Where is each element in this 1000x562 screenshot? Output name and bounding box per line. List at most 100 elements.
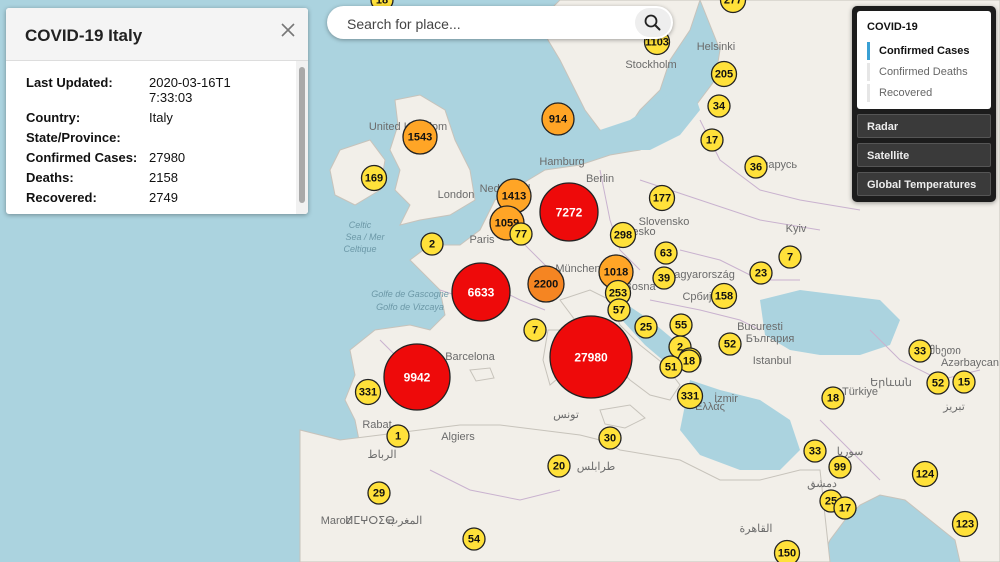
- case-marker-label: 277: [724, 0, 742, 7]
- case-marker[interactable]: 33: [803, 439, 827, 463]
- case-marker[interactable]: 54: [462, 527, 486, 551]
- case-marker[interactable]: 33: [908, 339, 932, 363]
- case-marker-label: 7272: [556, 206, 583, 220]
- case-marker-label: 17: [839, 503, 851, 515]
- case-marker[interactable]: 17: [700, 128, 724, 152]
- case-marker[interactable]: 298: [609, 221, 637, 249]
- case-marker-label: 34: [713, 101, 726, 113]
- case-marker[interactable]: 205: [710, 60, 738, 88]
- map-place-label: Türkiye: [842, 386, 878, 398]
- case-marker[interactable]: 29: [367, 481, 391, 505]
- info-value: 2020-03-16T17:33:03: [149, 75, 231, 105]
- map-place-label: Paris: [469, 234, 495, 246]
- case-marker-label: 33: [914, 346, 926, 358]
- case-marker-label: 6633: [468, 286, 495, 300]
- case-marker-label: 298: [614, 230, 632, 242]
- case-marker[interactable]: 34: [707, 94, 731, 118]
- case-marker[interactable]: 1543: [402, 119, 438, 155]
- info-value: [149, 130, 239, 150]
- case-marker[interactable]: 52: [926, 371, 950, 395]
- case-marker[interactable]: 177: [648, 184, 676, 212]
- case-marker-label: 25: [640, 322, 652, 334]
- info-scrollbar[interactable]: [296, 61, 308, 214]
- case-marker[interactable]: 150: [773, 539, 801, 562]
- info-row-last-updated: Last Updated: 2020-03-16T17:33:03: [26, 75, 239, 110]
- info-row-deaths: Deaths: 2158: [26, 170, 239, 190]
- case-marker-label: 2200: [534, 279, 558, 291]
- case-marker[interactable]: 158: [710, 282, 738, 310]
- case-marker-label: 23: [755, 268, 767, 280]
- map-place-label: الرباط: [367, 449, 396, 461]
- layer-option-confirmed-deaths[interactable]: Confirmed Deaths: [867, 63, 968, 81]
- case-marker[interactable]: 77: [509, 222, 533, 246]
- info-label: Confirmed Cases:: [26, 150, 138, 165]
- case-marker-label: 123: [956, 519, 974, 531]
- case-marker[interactable]: 2: [420, 232, 444, 256]
- case-marker-label: 124: [916, 469, 935, 481]
- case-marker[interactable]: 124: [911, 460, 939, 488]
- map-place-label: طرابلس: [577, 461, 616, 473]
- case-marker-label: 77: [515, 229, 527, 241]
- case-marker-label: 1413: [502, 191, 526, 203]
- case-marker[interactable]: 7: [778, 245, 802, 269]
- info-panel-body[interactable]: Last Updated: 2020-03-16T17:33:03 Countr…: [6, 61, 300, 214]
- case-marker[interactable]: 99: [828, 455, 852, 479]
- map-place-label: Istanbul: [753, 355, 792, 367]
- case-marker-label: 177: [653, 193, 671, 205]
- map-place-label: München: [555, 263, 600, 275]
- case-marker-label: 158: [715, 291, 733, 303]
- search-input[interactable]: [345, 13, 639, 34]
- case-marker[interactable]: 51: [659, 355, 683, 379]
- case-marker[interactable]: 23: [749, 261, 773, 285]
- search-button[interactable]: [635, 8, 671, 37]
- map-place-label: London: [438, 189, 475, 201]
- case-marker[interactable]: 1: [386, 424, 410, 448]
- case-marker[interactable]: 36: [744, 155, 768, 179]
- case-marker[interactable]: 6633: [451, 262, 511, 322]
- case-marker[interactable]: 331: [354, 378, 382, 406]
- case-marker[interactable]: 123: [951, 510, 979, 538]
- info-label: Last Updated:: [26, 75, 113, 90]
- info-scrollbar-thumb[interactable]: [299, 67, 305, 203]
- case-marker[interactable]: 331: [676, 382, 704, 410]
- info-row-recovered: Recovered: 2749: [26, 190, 239, 210]
- case-marker[interactable]: 15: [952, 370, 976, 394]
- case-marker[interactable]: 9942: [383, 343, 451, 411]
- layer-control: COVID-19 Confirmed Cases Confirmed Death…: [852, 6, 996, 202]
- case-marker[interactable]: 63: [654, 241, 678, 265]
- search-icon: [644, 14, 661, 31]
- map-place-label: تونس: [553, 409, 579, 421]
- case-marker[interactable]: 17: [833, 496, 857, 520]
- case-marker[interactable]: 39: [652, 266, 676, 290]
- case-marker[interactable]: 169: [360, 164, 388, 192]
- basemap-satellite-button[interactable]: Satellite: [857, 143, 991, 167]
- covid-layer-group: COVID-19 Confirmed Cases Confirmed Death…: [857, 11, 991, 109]
- case-marker[interactable]: 30: [598, 426, 622, 450]
- case-marker[interactable]: 57: [607, 298, 631, 322]
- case-marker[interactable]: 27980: [549, 315, 633, 399]
- case-marker[interactable]: 55: [669, 313, 693, 337]
- close-icon[interactable]: [278, 20, 298, 40]
- basemap-radar-button[interactable]: Radar: [857, 114, 991, 138]
- map-place-label: Berlin: [586, 173, 614, 185]
- case-marker[interactable]: 20: [547, 454, 571, 478]
- case-marker[interactable]: 7: [523, 318, 547, 342]
- case-marker[interactable]: 7272: [539, 182, 599, 242]
- case-marker[interactable]: 914: [541, 102, 575, 136]
- case-marker[interactable]: 18: [821, 386, 845, 410]
- basemap-global-temperatures-button[interactable]: Global Temperatures: [857, 172, 991, 196]
- map-place-label: Stockholm: [625, 59, 676, 71]
- info-label: State/Province:: [26, 130, 121, 145]
- info-row-country: Country: Italy: [26, 110, 239, 130]
- case-marker-label: 55: [675, 320, 687, 332]
- case-marker-label: 99: [834, 462, 846, 474]
- case-marker[interactable]: 52: [718, 332, 742, 356]
- info-value: 2158: [149, 170, 178, 185]
- case-marker[interactable]: 25: [634, 315, 658, 339]
- case-marker-label: 54: [468, 534, 481, 546]
- case-marker-label: 2: [429, 239, 435, 251]
- layer-option-confirmed-cases[interactable]: Confirmed Cases: [867, 42, 969, 60]
- case-marker[interactable]: 2200: [527, 265, 565, 303]
- case-marker-label: 18: [827, 393, 839, 405]
- layer-option-recovered[interactable]: Recovered: [867, 84, 932, 102]
